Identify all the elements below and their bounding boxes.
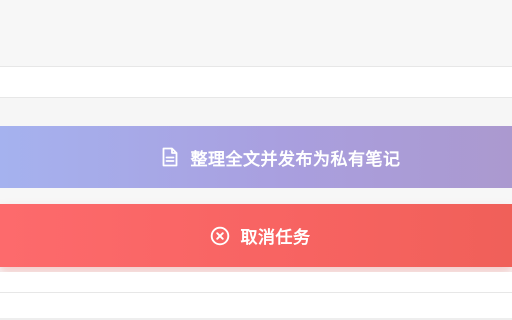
button-gap — [0, 188, 512, 204]
close-circle-icon — [210, 226, 230, 246]
publish-button-label: 整理全文并发布为私有笔记 — [190, 149, 401, 170]
cancel-task-button[interactable]: 取消任务 — [0, 204, 512, 267]
publish-private-note-button[interactable]: 整理全文并发布为私有笔记 — [0, 126, 512, 188]
divider — [0, 97, 512, 98]
task-actions-panel: 整理全文并发布为私有笔记 取消任务 — [0, 0, 512, 320]
top-panel — [0, 0, 512, 66]
document-icon — [160, 147, 180, 167]
bottom-strip — [0, 272, 512, 292]
content-strip — [0, 67, 512, 97]
bottom-panel — [0, 293, 512, 320]
cancel-button-label: 取消任务 — [240, 228, 311, 248]
